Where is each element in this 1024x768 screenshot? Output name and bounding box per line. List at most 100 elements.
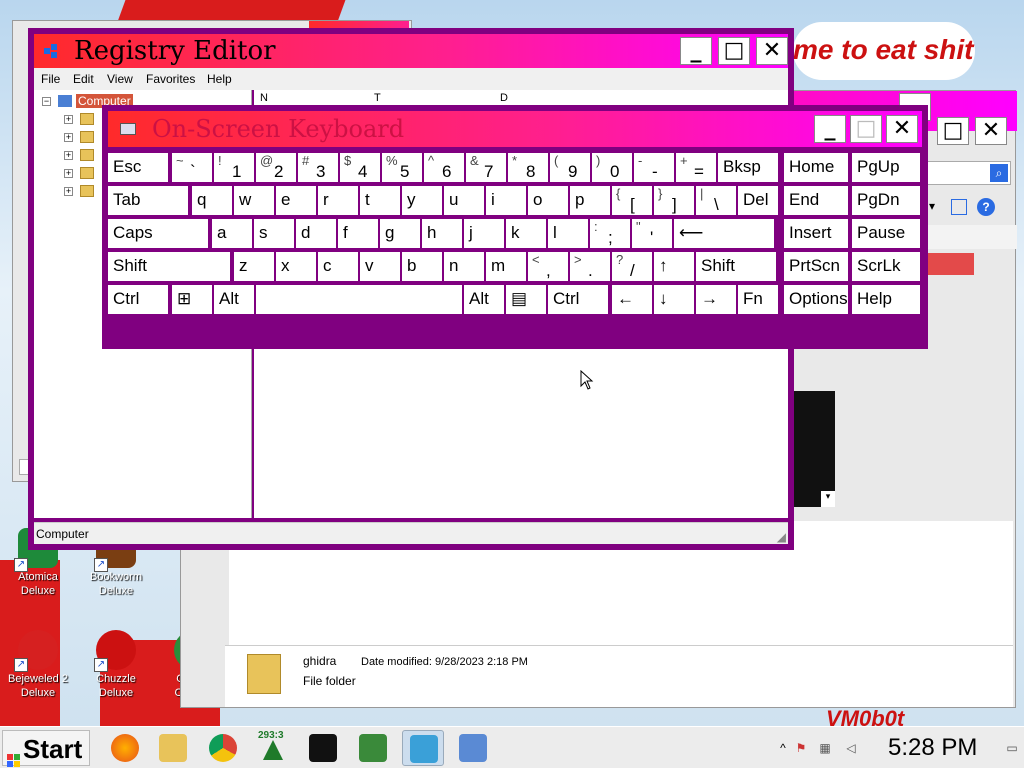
key-c[interactable]: c bbox=[318, 252, 358, 281]
key-n[interactable]: n bbox=[444, 252, 484, 281]
key-u[interactable]: u bbox=[444, 186, 484, 215]
key-y[interactable]: y bbox=[402, 186, 442, 215]
menu-file[interactable]: File bbox=[41, 72, 60, 86]
key-tab[interactable]: Tab bbox=[108, 186, 188, 215]
key-space[interactable] bbox=[256, 285, 462, 314]
key-8[interactable]: * 8 bbox=[508, 153, 548, 182]
column-type-header[interactable]: T bbox=[374, 92, 381, 104]
key-[interactable]: {[ bbox=[612, 186, 652, 215]
key-[interactable]: ⊞ bbox=[172, 285, 212, 314]
key-v[interactable]: v bbox=[360, 252, 400, 281]
key-[interactable]: <, bbox=[528, 252, 568, 281]
volume-icon[interactable]: ◁ bbox=[844, 741, 858, 755]
key-w[interactable]: w bbox=[234, 186, 274, 215]
preview-pane-icon[interactable] bbox=[951, 199, 967, 215]
column-name-header[interactable]: N bbox=[260, 92, 268, 104]
key-[interactable]: :; bbox=[590, 219, 630, 248]
key-i[interactable]: i bbox=[486, 186, 526, 215]
key-e[interactable]: e bbox=[276, 186, 316, 215]
key-b[interactable]: b bbox=[402, 252, 442, 281]
key-h[interactable]: h bbox=[422, 219, 462, 248]
key-[interactable]: | \ bbox=[696, 186, 736, 215]
key-3[interactable]: #3 bbox=[298, 153, 338, 182]
key-a[interactable]: a bbox=[212, 219, 252, 248]
menu-help[interactable]: Help bbox=[207, 72, 232, 86]
key-alt[interactable]: Alt bbox=[214, 285, 254, 314]
key-esc[interactable]: Esc bbox=[108, 153, 168, 182]
desktop-icon-bejeweled[interactable]: ↗ Bejeweled 2 Deluxe bbox=[0, 630, 76, 700]
column-data-header[interactable]: D bbox=[500, 92, 508, 104]
key-prtscn[interactable]: PrtScn bbox=[784, 252, 848, 281]
expand-icon[interactable]: + bbox=[64, 133, 73, 142]
key-d[interactable]: d bbox=[296, 219, 336, 248]
key-[interactable]: >. bbox=[570, 252, 610, 281]
menu-favorites[interactable]: Favorites bbox=[146, 72, 195, 86]
expand-icon[interactable]: + bbox=[64, 151, 73, 160]
taskbar-on-screen-keyboard[interactable] bbox=[452, 730, 494, 766]
key-scrlk[interactable]: ScrLk bbox=[852, 252, 920, 281]
key-q[interactable]: q bbox=[192, 186, 232, 215]
network-icon[interactable]: ▦ bbox=[818, 741, 832, 755]
key-6[interactable]: ^ 6 bbox=[424, 153, 464, 182]
maximize-button[interactable]: □ bbox=[937, 117, 969, 145]
key-fn[interactable]: Fn bbox=[738, 285, 778, 314]
key-2[interactable]: @2 bbox=[256, 153, 296, 182]
key-bksp[interactable]: Bksp bbox=[718, 153, 778, 182]
expand-icon[interactable]: + bbox=[64, 115, 73, 124]
key-j[interactable]: j bbox=[464, 219, 504, 248]
action-center-icon[interactable]: ▭ bbox=[1004, 741, 1020, 755]
key-f[interactable]: f bbox=[338, 219, 378, 248]
taskbar-command-prompt[interactable] bbox=[302, 730, 344, 766]
key-[interactable]: ▤ bbox=[506, 285, 546, 314]
key-[interactable]: → bbox=[696, 285, 736, 314]
expand-icon[interactable]: + bbox=[64, 169, 73, 178]
key-0[interactable]: ) 0 bbox=[592, 153, 632, 182]
key-options[interactable]: Options bbox=[784, 285, 848, 314]
search-box[interactable]: ⌕ bbox=[921, 161, 1011, 185]
search-icon[interactable]: ⌕ bbox=[990, 164, 1008, 182]
menu-edit[interactable]: Edit bbox=[73, 72, 94, 86]
key-[interactable]: ~ ` bbox=[172, 153, 212, 182]
key-[interactable]: ← bbox=[612, 285, 652, 314]
key-pgdn[interactable]: PgDn bbox=[852, 186, 920, 215]
key-pgup[interactable]: PgUp bbox=[852, 153, 920, 182]
key-[interactable]: }] bbox=[654, 186, 694, 215]
key-7[interactable]: & 7 bbox=[466, 153, 506, 182]
collapse-icon[interactable]: − bbox=[42, 97, 51, 106]
show-hidden-icons-icon[interactable]: ^ bbox=[776, 741, 790, 755]
key-s[interactable]: s bbox=[254, 219, 294, 248]
resize-grip-icon[interactable]: ◢ bbox=[777, 530, 786, 544]
close-button[interactable]: ✕ bbox=[756, 37, 788, 65]
taskbar-system-monitor[interactable] bbox=[352, 730, 394, 766]
security-alert-icon[interactable]: ⚑ bbox=[794, 741, 808, 755]
key-p[interactable]: p bbox=[570, 186, 610, 215]
maximize-button[interactable]: □ bbox=[718, 37, 750, 65]
key-[interactable]: ↓ bbox=[654, 285, 694, 314]
key-help[interactable]: Help bbox=[852, 285, 920, 314]
key-4[interactable]: $4 bbox=[340, 153, 380, 182]
key-[interactable]: + = bbox=[676, 153, 716, 182]
key-pause[interactable]: Pause bbox=[852, 219, 920, 248]
desktop-icon-chuzzle[interactable]: ↗ Chuzzle Deluxe bbox=[78, 630, 154, 700]
key-k[interactable]: k bbox=[506, 219, 546, 248]
key-t[interactable]: t bbox=[360, 186, 400, 215]
key-del[interactable]: Del bbox=[738, 186, 778, 215]
taskbar-firefox[interactable] bbox=[104, 730, 146, 766]
key-[interactable]: -- bbox=[634, 153, 674, 182]
key-m[interactable]: m bbox=[486, 252, 526, 281]
taskbar-tree-app[interactable]: 293:3 bbox=[252, 730, 294, 766]
help-icon[interactable]: ? bbox=[977, 198, 995, 216]
key-l[interactable]: l bbox=[548, 219, 588, 248]
key-[interactable]: " ' bbox=[632, 219, 672, 248]
key-[interactable]: ↑ bbox=[654, 252, 694, 281]
key-g[interactable]: g bbox=[380, 219, 420, 248]
key-home[interactable]: Home bbox=[784, 153, 848, 182]
key-o[interactable]: o bbox=[528, 186, 568, 215]
key-[interactable]: ⟵ bbox=[674, 219, 774, 248]
taskbar-chrome[interactable] bbox=[202, 730, 244, 766]
key-9[interactable]: (9 bbox=[550, 153, 590, 182]
menu-view[interactable]: View bbox=[107, 72, 133, 86]
key-x[interactable]: x bbox=[276, 252, 316, 281]
key-5[interactable]: % 5 bbox=[382, 153, 422, 182]
key-ctrl[interactable]: Ctrl bbox=[548, 285, 608, 314]
